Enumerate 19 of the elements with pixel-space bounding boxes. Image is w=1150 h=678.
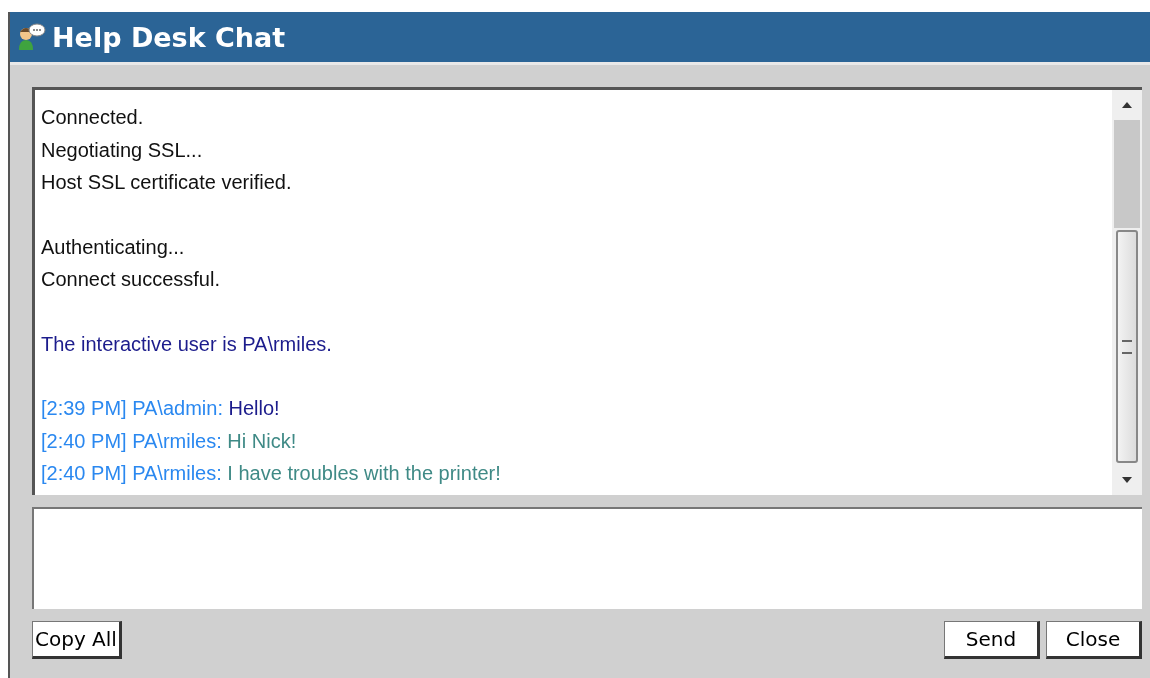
info-message: The interactive user is PA\rmiles.: [41, 331, 333, 357]
message-input-field[interactable]: [32, 507, 1142, 609]
chat-message: [2:39 PM] PA\admin: Hello!: [41, 396, 281, 421]
status-message: Negotiating SSL...: [41, 137, 204, 163]
scroll-thumb[interactable]: [1116, 230, 1138, 463]
window-title: Help Desk Chat: [52, 21, 286, 53]
dialog-button[interactable]: Send: [944, 621, 1040, 659]
status-message: Authenticating...: [41, 234, 186, 260]
scroll-up-icon[interactable]: [1122, 102, 1132, 108]
status-message: Connected.: [41, 105, 145, 130]
chat-message: [2:40 PM] PA\rmiles: I have troubles with the printer!: [41, 461, 502, 486]
dialog-button[interactable]: Close: [1046, 621, 1142, 659]
scroll-down-icon[interactable]: [1122, 477, 1132, 483]
status-message: Host SSL certificate verified.: [41, 170, 293, 195]
chat-message: [2:40 PM] PA\rmiles: Hi Nick!: [41, 428, 298, 454]
status-message: Connect successful.: [41, 267, 221, 292]
copy-all-button[interactable]: Copy All: [32, 621, 122, 659]
scrollbar[interactable]: [1112, 90, 1142, 495]
chat-user-icon: [16, 22, 46, 52]
